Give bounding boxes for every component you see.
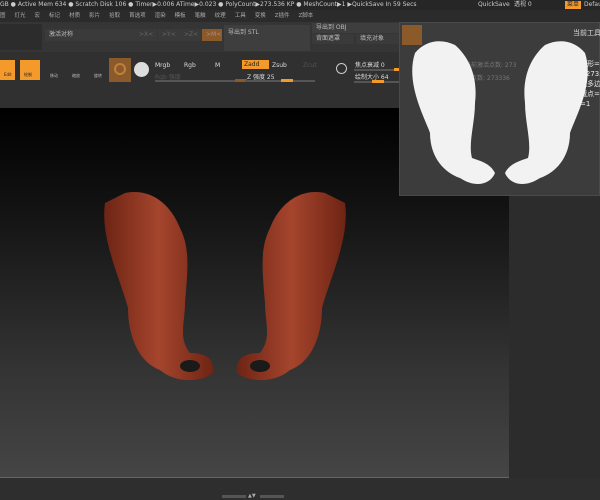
- menu-item[interactable]: 变换: [255, 13, 266, 19]
- symmetry-m-button[interactable]: >M<: [202, 29, 222, 41]
- menu-item[interactable]: 笔触: [195, 13, 206, 19]
- focal-shift-slider[interactable]: [354, 68, 406, 71]
- zadd-button[interactable]: Zadd: [242, 60, 269, 69]
- menu-item[interactable]: 宏: [35, 13, 41, 19]
- export-stl-button[interactable]: 导出到 STL: [224, 25, 310, 51]
- menu-item[interactable]: 图: [0, 13, 6, 19]
- rgb-intensity-slider[interactable]: [155, 79, 247, 82]
- fill-object-button[interactable]: 填充对象: [356, 34, 400, 44]
- menu-item[interactable]: 标记: [49, 13, 60, 19]
- z-intensity-slider[interactable]: [245, 79, 315, 82]
- texture-icon[interactable]: [134, 62, 149, 77]
- focal-shift-label: 焦点衰减 0: [355, 62, 385, 69]
- left-hip-bone: [104, 192, 214, 381]
- current-tool-popup: 当前工具 当前激活点数: 273 总点数: 273336 多边形=2 点=273…: [399, 22, 600, 196]
- symmetry-z-button[interactable]: >Z<: [180, 29, 202, 41]
- status-text: GB ● Active Mem 634 ● Scratch Disk 106 ●…: [0, 1, 417, 8]
- export-obj-button[interactable]: 导出到 OBJ: [312, 23, 400, 33]
- activate-symmetry-button[interactable]: 激活对称: [45, 29, 135, 41]
- backface-mask-button[interactable]: 背面遮罩: [312, 34, 354, 44]
- symmetry-x-button[interactable]: >X<: [135, 29, 157, 41]
- draw-button[interactable]: 绘制: [20, 60, 40, 80]
- draw-size-slider[interactable]: [354, 80, 400, 83]
- material-button[interactable]: [109, 58, 131, 82]
- scale-button[interactable]: 缩放: [68, 60, 86, 80]
- scroll-handle-left[interactable]: [222, 495, 246, 498]
- menu-item[interactable]: 材质: [69, 13, 80, 19]
- tool-slot[interactable]: [0, 24, 42, 50]
- lazy-mouse-icon[interactable]: [336, 63, 347, 74]
- default-button[interactable]: Default: [584, 0, 600, 10]
- menu-item[interactable]: 纹理: [215, 13, 226, 19]
- scroll-handle-right[interactable]: [260, 495, 284, 498]
- rotate-button[interactable]: 旋转: [90, 60, 108, 80]
- right-hip-bone: [236, 192, 346, 381]
- move-button[interactable]: 移动: [46, 60, 64, 80]
- zsub-button[interactable]: Zsub: [272, 62, 287, 69]
- symmetry-y-button[interactable]: >Y<: [158, 29, 180, 41]
- menu-item[interactable]: 首选项: [129, 13, 146, 19]
- menu-bar: 图 灯光 宏 标记 材质 影片 拾取 首选项 渲染 模板 笔触 纹理 工具 变换 Z插件 Z脚本: [0, 10, 600, 22]
- m-button[interactable]: M: [215, 62, 220, 69]
- menu-button[interactable]: 菜单: [565, 1, 582, 9]
- transparency-slider[interactable]: 透视 0: [514, 0, 532, 10]
- menu-item[interactable]: 工具: [235, 13, 246, 19]
- edit-button[interactable]: Edit: [0, 60, 15, 80]
- menu-item[interactable]: 影片: [89, 13, 100, 19]
- preview-right-bone: [505, 41, 588, 185]
- menu-item[interactable]: Z插件: [275, 13, 290, 19]
- preview-left-bone: [412, 41, 495, 185]
- collapse-arrows-icon[interactable]: ▲▼: [248, 493, 256, 499]
- quicksave-button[interactable]: QuickSave: [478, 0, 510, 10]
- menu-item[interactable]: 灯光: [15, 13, 26, 19]
- mrgb-button[interactable]: Mrgb: [155, 62, 170, 69]
- rgb-button[interactable]: Rgb: [184, 62, 196, 69]
- menu-item[interactable]: 拾取: [109, 13, 120, 19]
- status-bar: GB ● Active Mem 634 ● Scratch Disk 106 ●…: [0, 0, 600, 10]
- menu-item[interactable]: 模板: [175, 13, 186, 19]
- material-sphere-icon: [114, 63, 126, 75]
- menu-item[interactable]: Z脚本: [299, 13, 314, 19]
- zcut-button[interactable]: Zcut: [303, 62, 317, 69]
- tool-preview: [412, 41, 588, 185]
- menu-item[interactable]: 渲染: [155, 13, 166, 19]
